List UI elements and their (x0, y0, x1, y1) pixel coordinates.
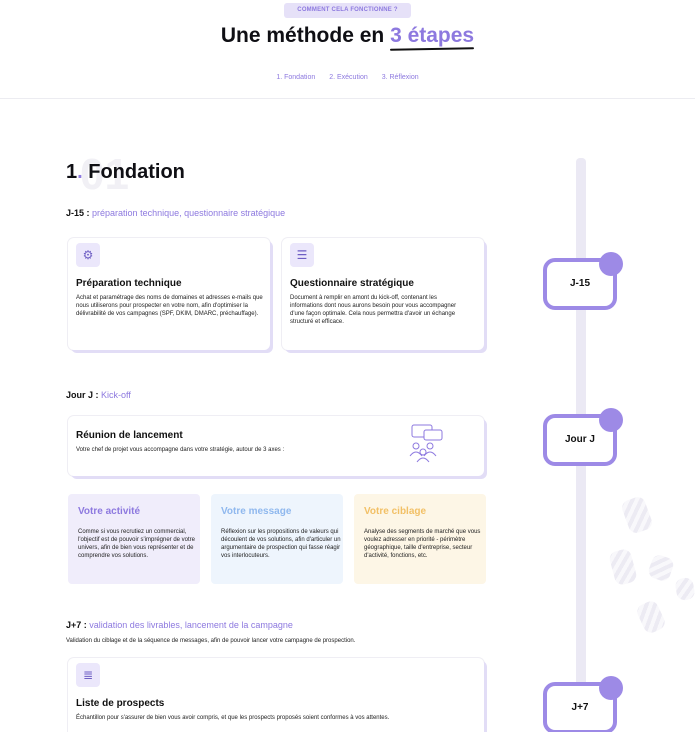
j15-heading: J-15 : préparation technique, questionna… (66, 208, 285, 218)
jourj-highlight: Kick-off (101, 390, 131, 400)
jourj-heading: Jour J : Kick-off (66, 390, 131, 400)
axis-card-activite: Votre activité Comme si vous recrutiez u… (68, 494, 200, 584)
timeline-marker-jourj: Jour J (543, 408, 623, 466)
section-dot: . (77, 161, 83, 183)
card-title: Réunion de lancement (76, 430, 183, 441)
decorative-shape (619, 494, 655, 536)
step-link-execution[interactable]: 2. Exécution (329, 74, 368, 81)
axis-text: Réflexion sur les propositions de valeur… (221, 529, 341, 559)
title-accent: 3 étapes (390, 24, 475, 47)
card-text: Achat et paramétrage des noms de domaine… (76, 295, 263, 317)
list-icon: ≣ (76, 663, 100, 687)
page-header: COMMENT CELA FONCTIONNE ? Une méthode en… (0, 0, 695, 99)
gear-icon: ⚙ (76, 243, 100, 267)
card-title: Préparation technique (76, 278, 182, 289)
decorative-shape (634, 598, 668, 636)
j7-heading: J+7 : validation des livrables, lancemen… (66, 620, 293, 630)
card-text: Document à remplir en amont du kick-off,… (290, 295, 457, 325)
marker-label: J-15 (569, 278, 590, 289)
axis-title: Votre ciblage (364, 506, 427, 517)
marker-label: Jour J (564, 434, 595, 445)
axis-title: Votre activité (78, 506, 141, 517)
title-text: Une méthode en (220, 24, 391, 47)
eyebrow-badge: COMMENT CELA FONCTIONNE ? (284, 3, 411, 18)
marker-notch (599, 676, 623, 700)
j7-prefix: J+7 : (66, 620, 87, 630)
marker-notch (599, 252, 623, 276)
card-text: Votre chef de projet vous accompagne dan… (76, 447, 285, 453)
j7-subtitle: Validation du ciblage et de la séquence … (66, 638, 356, 644)
axis-card-message: Votre message Réflexion sur les proposit… (211, 494, 343, 584)
decorative-shape (646, 552, 676, 584)
jourj-prefix: Jour J : (66, 390, 99, 400)
card-title: Liste de prospects (76, 698, 165, 709)
card-liste-prospects: ≣ Liste de prospects Échantillon pour s'… (68, 658, 484, 732)
section-title-text: Fondation (88, 161, 185, 183)
step-link-reflexion[interactable]: 3. Réflexion (382, 74, 419, 81)
j7-highlight: validation des livrables, lancement de l… (89, 620, 293, 630)
document-icon: ☰ (290, 243, 314, 267)
steps-nav: 1. Fondation 2. Exécution 3. Réflexion (0, 74, 695, 81)
section-title: 1. Fondation (66, 161, 185, 184)
card-questionnaire-strategique: ☰ Questionnaire stratégique Document à r… (282, 238, 484, 350)
section-number: 1 (66, 161, 78, 183)
j15-highlight: préparation technique, questionnaire str… (92, 208, 286, 218)
timeline-marker-j7: J+7 (543, 676, 623, 732)
axis-text: Comme si vous recrutiez un commercial, l… (78, 529, 196, 559)
timeline-marker-j15: J-15 (543, 252, 623, 310)
axis-title: Votre message (221, 506, 292, 517)
step-link-fondation[interactable]: 1. Fondation (276, 74, 315, 81)
meeting-icon (409, 424, 443, 463)
card-text: Échantillon pour s'assurer de bien vous … (76, 715, 390, 721)
j15-prefix: J-15 : (66, 208, 90, 218)
decorative-shape (674, 576, 695, 602)
page-title: Une méthode en 3 étapes (0, 24, 695, 48)
decorative-shape (607, 547, 639, 587)
axis-card-ciblage: Votre ciblage Analyse des segments de ma… (354, 494, 486, 584)
axis-text: Analyse des segments de marché que vous … (364, 529, 481, 559)
marker-label: J+7 (571, 702, 589, 713)
marker-notch (599, 408, 623, 432)
card-preparation-technique: ⚙ Préparation technique Achat et paramét… (68, 238, 270, 350)
card-title: Questionnaire stratégique (290, 278, 414, 289)
card-reunion-lancement: Réunion de lancement Votre chef de proje… (68, 416, 484, 476)
